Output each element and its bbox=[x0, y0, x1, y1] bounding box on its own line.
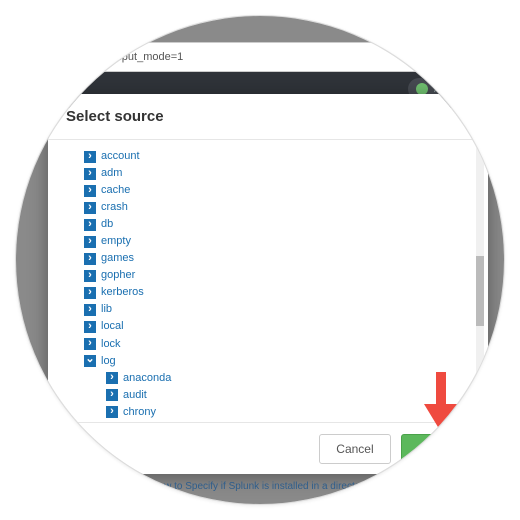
select-source-modal: Select source accountadmcachecrashdbempt… bbox=[48, 94, 488, 474]
chevron-right-icon bbox=[84, 219, 96, 231]
tree-item[interactable]: account bbox=[84, 148, 484, 165]
address-bar[interactable]: ata/selectsource?input_mode=1 bbox=[15, 42, 505, 72]
tree-item-label: cups bbox=[123, 421, 146, 422]
select-button[interactable]: Select bbox=[401, 434, 470, 464]
chevron-right-icon bbox=[84, 304, 96, 316]
tree-item-label: account bbox=[101, 148, 140, 165]
tree-item-label: lock bbox=[101, 336, 121, 353]
chevron-right-icon bbox=[84, 270, 96, 282]
chevron-right-icon bbox=[84, 151, 96, 163]
tree-item-label: lib bbox=[101, 301, 112, 318]
tree-item[interactable]: anaconda bbox=[106, 370, 484, 387]
tree-item[interactable]: db bbox=[84, 216, 484, 233]
modal-title: Select source bbox=[66, 108, 164, 125]
tree-item[interactable]: audit bbox=[106, 387, 484, 404]
tree-item[interactable]: lib bbox=[84, 301, 484, 318]
tree-item[interactable]: adm bbox=[84, 165, 484, 182]
tree-item[interactable]: gopher bbox=[84, 267, 484, 284]
tree-item[interactable]: cache bbox=[84, 182, 484, 199]
tree-item-label: audit bbox=[123, 387, 147, 404]
chevron-right-icon bbox=[84, 202, 96, 214]
chevron-down-icon bbox=[84, 355, 96, 367]
file-tree: accountadmcachecrashdbemptygamesgopherke… bbox=[48, 140, 488, 422]
chevron-right-icon bbox=[106, 406, 118, 418]
modal-header: Select source bbox=[48, 94, 488, 140]
tree-item-label: db bbox=[101, 216, 113, 233]
cancel-button[interactable]: Cancel bbox=[319, 434, 390, 464]
tree-item[interactable]: lock bbox=[84, 336, 484, 353]
modal-footer: Cancel Select bbox=[48, 422, 488, 474]
chevron-right-icon bbox=[84, 253, 96, 265]
tree-item[interactable]: chrony bbox=[106, 404, 484, 421]
tree-item[interactable]: cups bbox=[106, 421, 484, 422]
tree-item-label: chrony bbox=[123, 404, 156, 421]
tree-item-label: adm bbox=[101, 165, 122, 182]
tree-item-label: crash bbox=[101, 199, 128, 216]
tree-item[interactable]: games bbox=[84, 250, 484, 267]
tree-item-label: games bbox=[101, 250, 134, 267]
tree-item-label: kerberos bbox=[101, 284, 144, 301]
tree-item[interactable]: empty bbox=[84, 233, 484, 250]
user-label: Administrator bbox=[434, 84, 493, 95]
scrollbar[interactable] bbox=[476, 146, 484, 416]
tree-item[interactable]: crash bbox=[84, 199, 484, 216]
chevron-right-icon bbox=[106, 389, 118, 401]
hint-text: How to Specify if Splunk is installed in… bbox=[86, 481, 434, 492]
chevron-right-icon bbox=[84, 338, 96, 350]
tree-item[interactable]: kerberos bbox=[84, 284, 484, 301]
tree-item[interactable]: local bbox=[84, 318, 484, 335]
tree-item-label: gopher bbox=[101, 267, 135, 284]
tree-item-label: cache bbox=[101, 182, 130, 199]
tree-item-label: empty bbox=[101, 233, 131, 250]
tree-item-label: anaconda bbox=[123, 370, 171, 387]
chevron-right-icon bbox=[84, 321, 96, 333]
chevron-right-icon bbox=[84, 185, 96, 197]
chevron-right-icon bbox=[106, 372, 118, 384]
chevron-right-icon bbox=[84, 236, 96, 248]
tree-item-label: local bbox=[101, 318, 124, 335]
tree-item[interactable]: log bbox=[84, 353, 484, 370]
chevron-right-icon bbox=[84, 168, 96, 180]
chevron-right-icon bbox=[84, 287, 96, 299]
address-bar-text: ata/selectsource?input_mode=1 bbox=[27, 51, 183, 63]
tree-item-label: log bbox=[101, 353, 116, 370]
scrollbar-thumb[interactable] bbox=[476, 256, 484, 326]
